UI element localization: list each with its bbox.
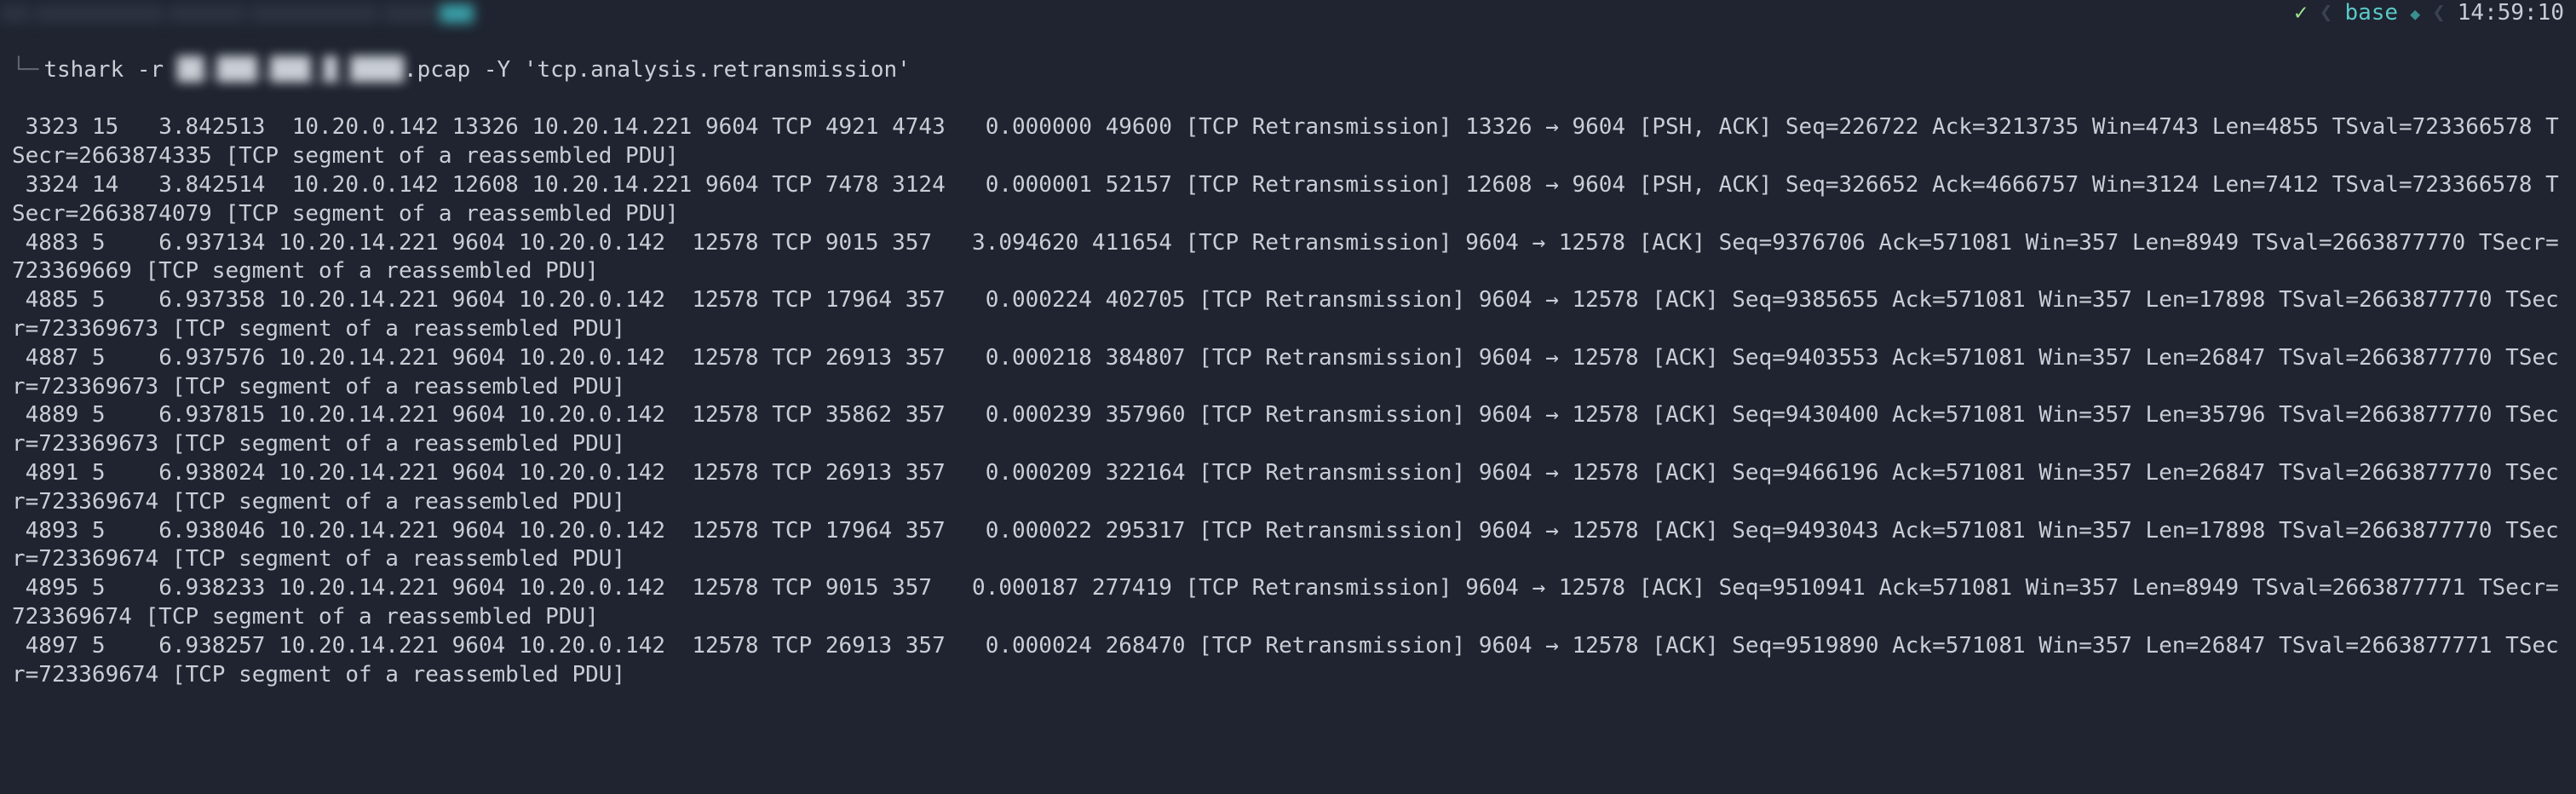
output-line: 4885 5 6.937358 10.20.14.221 9604 10.20.… — [12, 286, 2567, 344]
chevron-left-icon: ❮ — [2320, 0, 2333, 28]
output-line: 4893 5 6.938046 10.20.14.221 9604 10.20.… — [12, 517, 2567, 575]
output-line: 3323 15 3.842513 10.20.0.142 13326 10.20… — [12, 113, 2567, 171]
output-line: 4891 5 6.938024 10.20.14.221 9604 10.20.… — [12, 459, 2567, 517]
output-line: 4889 5 6.937815 10.20.14.221 9604 10.20.… — [12, 401, 2567, 459]
output-line: 4883 5 6.937134 10.20.14.221 9604 10.20.… — [12, 229, 2567, 287]
output-line: 4897 5 6.938257 10.20.14.221 9604 10.20.… — [12, 632, 2567, 690]
command-text: tshark -r ██.███.███_█_████.pcap -Y 'tcp… — [43, 57, 910, 83]
blurred-filename: ██.███.███_█_████ — [177, 56, 404, 85]
output-line: 4887 5 6.937576 10.20.14.221 9604 10.20.… — [12, 344, 2567, 402]
chevron-left-icon: ❮ — [2432, 0, 2446, 28]
clock-time: 14:59:10 — [2458, 0, 2564, 28]
status-ok-icon: ✓ — [2294, 0, 2308, 28]
command-output: 3323 15 3.842513 10.20.0.142 13326 10.20… — [12, 113, 2567, 689]
blurred-path — [0, 4, 474, 23]
prompt-line: └─tshark -r ██.███.███_█_████.pcap -Y 't… — [12, 56, 2567, 85]
output-line: 3324 14 3.842514 10.20.0.142 12608 10.20… — [12, 171, 2567, 229]
conda-env-label: base — [2344, 0, 2398, 28]
terminal[interactable]: └─tshark -r ██.███.███_█_████.pcap -Y 't… — [0, 26, 2576, 727]
prompt-branch-glyph: └─ — [12, 56, 38, 85]
diamond-icon: ◆ — [2410, 3, 2420, 25]
output-line: 4895 5 6.938233 10.20.14.221 9604 10.20.… — [12, 574, 2567, 632]
status-bar: ✓ ❮ base ◆ ❮ 14:59:10 — [0, 0, 2576, 26]
status-right: ✓ ❮ base ◆ ❮ 14:59:10 — [2294, 0, 2576, 28]
